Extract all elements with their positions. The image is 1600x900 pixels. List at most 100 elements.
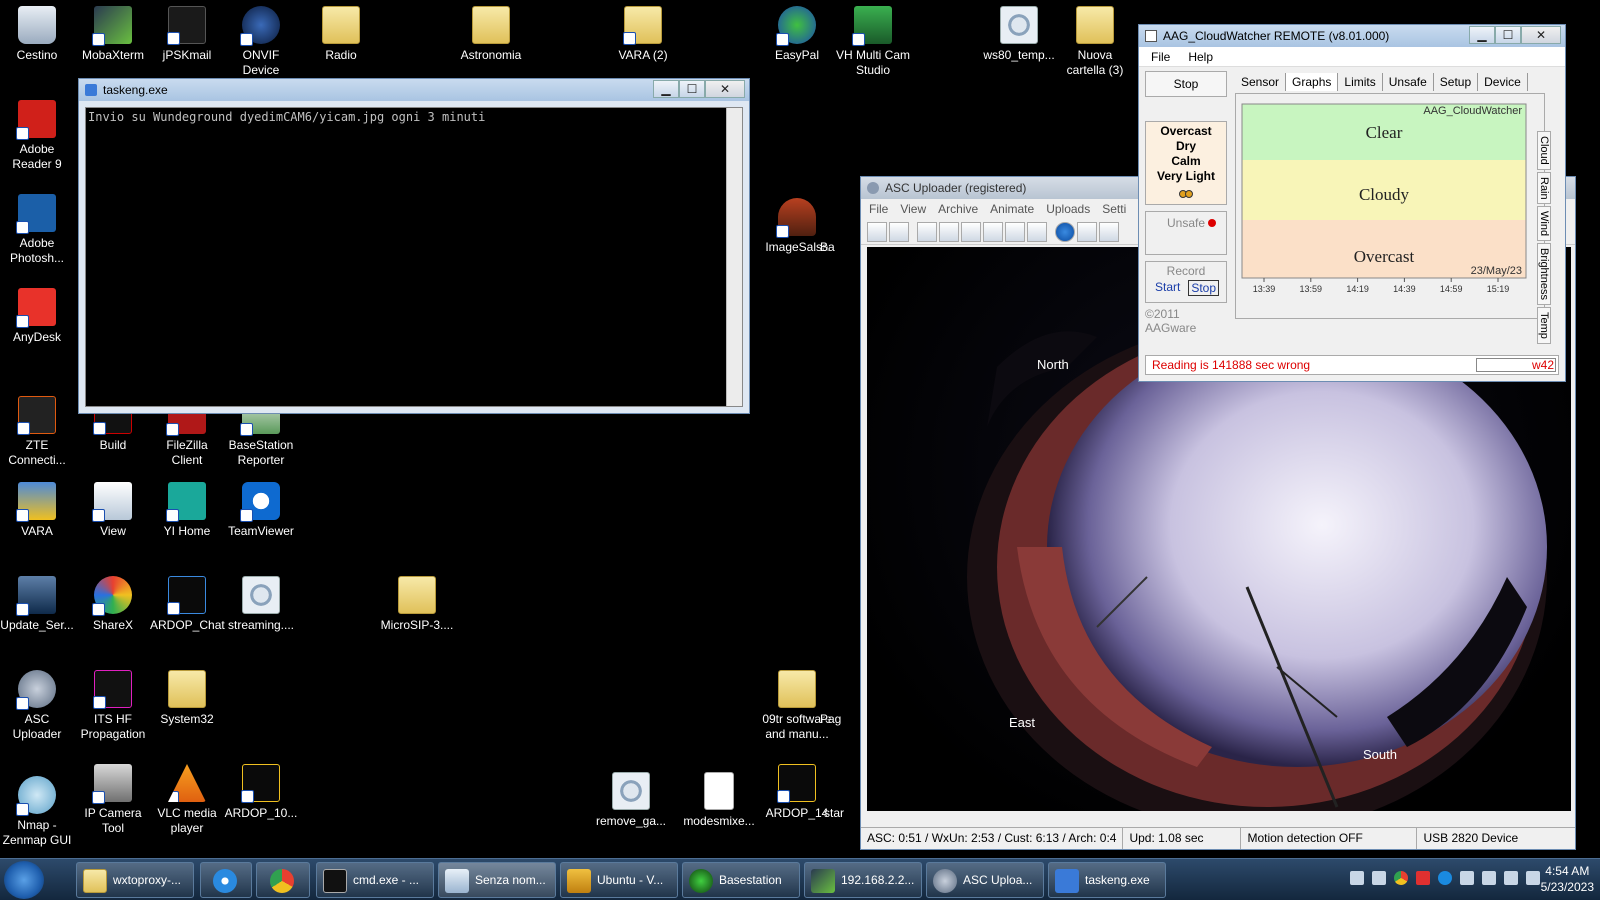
grid-icon[interactable] [1005,222,1025,242]
desktop-icon-remove-ga[interactable]: remove_ga... [594,772,668,829]
desktop-icon-update-service[interactable]: Update_Ser... [0,576,74,633]
folder-export-icon[interactable] [1099,222,1119,242]
close-button[interactable]: ✕ [1521,26,1561,44]
desktop-icon-vara-2[interactable]: VARA (2) [606,6,680,63]
asc-menu-uploads[interactable]: Uploads [1046,199,1090,219]
taskbar-item-taskeng[interactable]: taskeng.exe [1048,862,1166,898]
desktop-icon-photoshop[interactable]: Adobe Photosh... [0,194,74,266]
taskbar-item-remote-ip[interactable]: 192.168.2.2... [804,862,922,898]
desktop-icon-astronomia[interactable]: Astronomia [454,6,528,63]
desktop-icon-ws80-temp[interactable]: ws80_temp... [982,6,1056,63]
side-tab-rain[interactable]: Rain [1537,171,1551,205]
taskbar-item-asc-uploader[interactable]: ASC Uploa... [926,862,1044,898]
taskbar-item-chrome[interactable] [256,862,310,898]
desktop-icon-jpskmail[interactable]: jPSKmail [150,6,224,63]
web-icon[interactable] [983,222,1003,242]
tray-network-icon[interactable] [1482,871,1496,885]
desktop-icon-nmap[interactable]: Nmap - Zenmap GUI [0,776,74,848]
upload-icon[interactable] [889,222,909,242]
cloudwatcher-title-bar[interactable]: AAG_CloudWatcher REMOTE (v8.01.000) ▁ ☐ … [1139,25,1565,47]
desktop-icon-mobaxterm[interactable]: MobaXterm [76,6,150,63]
desktop-icon-ip-camera-tool[interactable]: IP Camera Tool [76,764,150,836]
desktop-icon-vara[interactable]: VARA [0,482,74,539]
record-start-button[interactable]: Start [1153,280,1182,296]
tray-app-icon[interactable] [1372,871,1386,885]
desktop-icon-sharex[interactable]: ShareX [76,576,150,633]
taskbar-clock[interactable]: 4:54 AM 5/23/2023 [1541,863,1594,895]
taskbar-item-cmd[interactable]: cmd.exe - ... [316,862,434,898]
side-tab-wind[interactable]: Wind [1537,206,1551,242]
tab-sensor[interactable]: Sensor [1235,73,1287,91]
desktop-icon-its-hf[interactable]: ITS HF Propagation [76,670,150,742]
start-button[interactable] [4,861,44,899]
tab-graphs[interactable]: Graphs [1286,73,1339,91]
line-icon[interactable] [939,222,959,242]
tray-app-icon[interactable] [1350,871,1364,885]
desktop-icon-anydesk[interactable]: AnyDesk [0,288,74,345]
desktop-icon-vlc[interactable]: VLC media player [150,764,224,836]
folder-upload-icon[interactable] [1077,222,1097,242]
minimize-button[interactable]: ▁ [653,80,679,98]
asc-menu-settings[interactable]: Setti [1102,199,1126,219]
desktop-icon-zte[interactable]: ZTE Connecti... [0,396,74,468]
taskbar-item-basestation[interactable]: Basestation [682,862,800,898]
record-stop-button[interactable]: Stop [1188,280,1220,296]
maximize-button[interactable]: ☐ [1495,26,1521,44]
cw-menu-help[interactable]: Help [1188,47,1213,66]
side-tab-temp[interactable]: Temp [1537,307,1551,345]
tray-teamviewer-icon[interactable] [1438,871,1452,885]
asc-menu-animate[interactable]: Animate [990,199,1034,219]
taskeng-console-window[interactable]: taskeng.exe ▁ ☐ ✕ Invio su Wundeground d… [78,78,750,414]
desktop-icon-ba[interactable]: Ba [820,198,850,255]
desktop-icon-star[interactable]: star [824,764,850,821]
play-icon[interactable] [1055,222,1075,242]
desktop-icon-asc-uploader[interactable]: ASC Uploader [0,670,74,742]
taskbar-item-internet-explorer[interactable] [200,862,252,898]
tray-action-center-icon[interactable] [1526,871,1540,885]
desktop-icon-teamviewer[interactable]: TeamViewer [224,482,298,539]
desktop-icon-pag[interactable]: Pag [820,670,850,727]
camera-icon[interactable] [917,222,937,242]
tray-anydesk-icon[interactable] [1416,871,1430,885]
desktop-icon-microsip[interactable]: MicroSIP-3.... [380,576,454,633]
maximize-button[interactable]: ☐ [679,80,705,98]
side-tab-cloud[interactable]: Cloud [1537,131,1551,170]
desktop-icon-view[interactable]: View [76,482,150,539]
console-output-area[interactable]: Invio su Wundeground dyedimCAM6/yicam.jp… [85,107,743,407]
desktop-icon-modesmixer[interactable]: modesmixe... [682,772,756,829]
console-scrollbar[interactable] [726,108,742,406]
close-button[interactable]: ✕ [705,80,745,98]
desktop-icon-ardop-chat[interactable]: ARDOP_Chat [150,576,225,633]
desktop-icon-yi-home[interactable]: YI Home [150,482,224,539]
tray-chrome-icon[interactable] [1394,871,1408,885]
side-tab-brightness[interactable]: Brightness [1537,243,1551,306]
asc-menu-archive[interactable]: Archive [938,199,978,219]
asc-menu-view[interactable]: View [900,199,926,219]
tray-flag-icon[interactable] [1460,871,1474,885]
desktop-icon-nuova-cartella-3[interactable]: Nuova cartella (3) [1058,6,1132,78]
stop-button[interactable]: Stop [1145,71,1227,97]
desktop-icon-radio[interactable]: Radio [304,6,378,63]
cw-menu-file[interactable]: File [1151,47,1170,66]
desktop-icon-system32[interactable]: System32 [150,670,224,727]
tray-volume-icon[interactable] [1504,871,1518,885]
console-title-bar[interactable]: taskeng.exe ▁ ☐ ✕ [79,79,749,101]
taskbar-item-ubuntu-vm[interactable]: Ubuntu - V... [560,862,678,898]
desktop-icon-ardop-14[interactable]: ARDOP_14 [760,764,834,821]
cloudwatcher-window[interactable]: AAG_CloudWatcher REMOTE (v8.01.000) ▁ ☐ … [1138,24,1566,382]
image-icon[interactable] [961,222,981,242]
tab-unsafe[interactable]: Unsafe [1383,73,1434,91]
taskbar-item-notepad[interactable]: Senza nom... [438,862,556,898]
desktop-icon-ardop-10[interactable]: ARDOP_10... [224,764,298,821]
asc-menu-file[interactable]: File [869,199,888,219]
settings-icon[interactable] [1027,222,1047,242]
minimize-button[interactable]: ▁ [1469,26,1495,44]
desktop-icon-adobe-reader[interactable]: Adobe Reader 9 [0,100,74,172]
tab-limits[interactable]: Limits [1338,73,1383,91]
taskbar-item-wxtoproxy[interactable]: wxtoproxy-... [76,862,194,898]
desktop-icon-streaming[interactable]: streaming.... [224,576,298,633]
save-icon[interactable] [867,222,887,242]
tab-setup[interactable]: Setup [1434,73,1479,91]
desktop-icon-vh-multi-cam[interactable]: VH Multi Cam Studio [836,6,910,78]
tab-device[interactable]: Device [1478,73,1528,91]
